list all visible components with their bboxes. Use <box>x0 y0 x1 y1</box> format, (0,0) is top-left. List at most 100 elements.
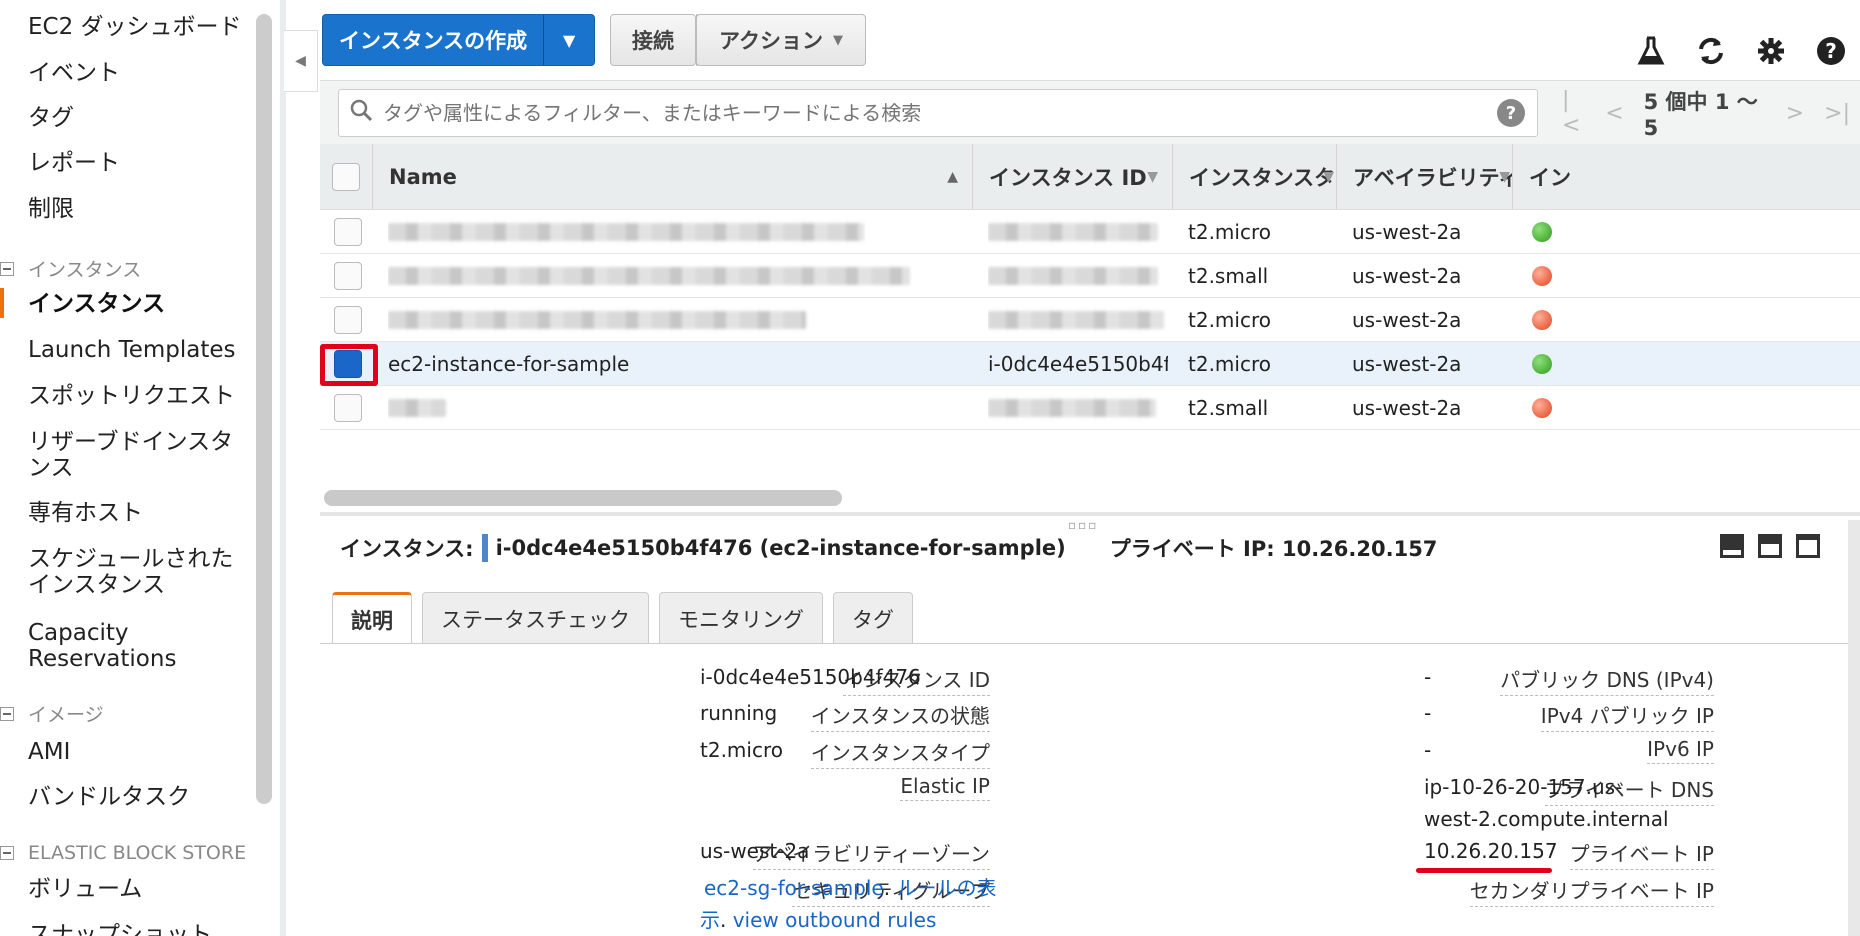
details-private-ip: プライベート IP: 10.26.20.157 <box>1109 537 1438 561</box>
column-instance-state[interactable]: イン <box>1512 144 1860 210</box>
sidebar-section-images[interactable]: イメージ <box>0 700 104 727</box>
cell-instance-id <box>988 298 1168 342</box>
layout-split-icon[interactable] <box>1758 534 1782 558</box>
row-checkbox[interactable] <box>334 394 362 422</box>
actions-label: アクション <box>719 29 823 53</box>
create-instance-label[interactable]: インスタンスの作成 <box>323 15 545 65</box>
field-label-ipv6: IPv6 IP <box>1647 737 1714 764</box>
table-row[interactable]: t2.micro us-west-2a <box>320 210 1860 254</box>
column-instance-id[interactable]: インスタンス ID ▼ <box>972 144 1172 210</box>
chevron-down-icon[interactable]: ▼ <box>544 15 594 65</box>
column-instance-state-label: イン <box>1529 166 1571 190</box>
cell-name <box>388 254 968 298</box>
first-page-icon[interactable]: |< <box>1562 88 1585 138</box>
sidebar-item-dedicated-hosts[interactable]: 専有ホスト <box>28 500 143 526</box>
prev-page-icon[interactable]: < <box>1605 101 1623 126</box>
next-page-icon[interactable]: > <box>1786 101 1804 126</box>
select-all-cell <box>320 144 372 210</box>
redacted-id <box>988 223 1158 241</box>
details-instance-label: インスタンス: <box>340 537 474 561</box>
field-value-private-ip: 10.26.20.157 <box>1424 839 1558 863</box>
row-select-cell <box>334 254 362 298</box>
filter-bar: ? |< < 5 個中 1 〜 5 > >| <box>320 80 1860 144</box>
panel-splitter[interactable] <box>320 512 1860 516</box>
table-row[interactable]: ec2-instance-for-sample i-0dc4e4e5150b4f4… <box>320 342 1860 386</box>
layout-bottom-icon[interactable] <box>1720 534 1744 558</box>
column-instance-type[interactable]: インスタンスタイ ▼ <box>1172 144 1336 210</box>
layout-top-icon[interactable] <box>1796 534 1820 558</box>
field-value-security-groups-cont: 示. view outbound rules <box>700 905 936 935</box>
sidebar-item-capacity-reservations[interactable]: Capacity Reservations <box>28 620 208 672</box>
column-availability-zone-label: アベイラビリティー <box>1353 166 1512 190</box>
field-label-private-ip: プライベート IP <box>1569 838 1714 870</box>
table-row[interactable]: t2.small us-west-2a <box>320 386 1860 430</box>
cell-instance-state <box>1532 210 1552 254</box>
tab-monitoring[interactable]: モニタリング <box>659 592 823 644</box>
refresh-icon[interactable] <box>1696 36 1726 66</box>
field-value-ipv6: - <box>1424 738 1432 762</box>
field-value-private-dns: ip-10-26-20-157.us- <box>1424 775 1623 799</box>
main-content: インスタンスの作成 ▼ 接続 アクション ▼ ? タグや属性によるフィルター、ま… <box>320 0 1860 936</box>
inbound-rules-link-cont[interactable]: 示 <box>700 908 720 932</box>
sidebar-item-launch-templates[interactable]: Launch Templates <box>28 337 236 363</box>
cell-availability-zone: us-west-2a <box>1352 264 1462 288</box>
select-all-checkbox[interactable] <box>332 163 360 191</box>
inbound-rules-link[interactable]: ルールの表 <box>896 876 996 900</box>
field-value-private-dns-cont: west-2.compute.internal <box>1424 807 1669 831</box>
sidebar-item-dashboard[interactable]: EC2 ダッシュボード <box>28 14 242 40</box>
column-availability-zone[interactable]: アベイラビリティー ▼ <box>1336 144 1512 210</box>
collapse-sidebar-button[interactable]: ◀ <box>284 30 318 92</box>
cell-instance-id: i-0dc4e4e5150b4f476 <box>988 352 1168 376</box>
row-checkbox[interactable] <box>334 218 362 246</box>
security-group-link[interactable]: ec2-sg-for-sample <box>704 876 884 900</box>
actions-button[interactable]: アクション ▼ <box>696 14 866 66</box>
column-name[interactable]: Name ▲ <box>372 144 972 210</box>
column-instance-type-label: インスタンスタイ <box>1189 166 1336 190</box>
search-help-icon[interactable]: ? <box>1497 99 1525 127</box>
table-row[interactable]: t2.small us-west-2a <box>320 254 1860 298</box>
private-ip-highlight <box>1416 868 1552 873</box>
sidebar-item-tags[interactable]: タグ <box>28 105 74 131</box>
sidebar-item-scheduled-instances[interactable]: スケジュールされたインスタンス <box>28 546 234 598</box>
redacted-id <box>988 267 1158 285</box>
chevron-left-icon: ◀ <box>295 53 306 69</box>
sidebar-section-label: インスタンス <box>28 259 142 281</box>
last-page-icon[interactable]: >| <box>1824 101 1850 126</box>
search-input[interactable] <box>383 101 1497 125</box>
tab-status-checks[interactable]: ステータスチェック <box>422 592 649 644</box>
sidebar-section-ebs[interactable]: ELASTIC BLOCK STORE <box>0 842 246 864</box>
sidebar-item-spot-requests[interactable]: スポットリクエスト <box>28 383 235 409</box>
search-box[interactable]: ? <box>338 89 1538 137</box>
connect-button[interactable]: 接続 <box>610 14 696 66</box>
cell-name: ec2-instance-for-sample <box>388 352 630 376</box>
sidebar-item-bundle-tasks[interactable]: バンドルタスク <box>28 784 190 810</box>
sidebar-item-reserved-instances[interactable]: リザーブドインスタンス <box>28 429 250 481</box>
create-instance-button[interactable]: インスタンスの作成 ▼ <box>322 14 596 66</box>
details-instance-title: i-0dc4e4e5150b4f476 (ec2-instance-for-sa… <box>495 536 1066 560</box>
sidebar-item-reports[interactable]: レポート <box>28 150 120 176</box>
sidebar-scrollbar[interactable] <box>256 14 272 804</box>
sidebar-item-volumes[interactable]: ボリューム <box>28 876 142 902</box>
help-icon[interactable]: ? <box>1816 36 1846 66</box>
table-horizontal-scrollbar[interactable] <box>324 490 842 506</box>
row-checkbox[interactable] <box>334 262 362 290</box>
gear-icon[interactable] <box>1756 36 1786 66</box>
cell-instance-type: t2.small <box>1188 264 1269 288</box>
column-instance-id-label: インスタンス ID <box>989 166 1147 190</box>
details-scrollbar[interactable] <box>1848 520 1860 936</box>
tab-tags[interactable]: タグ <box>833 592 913 644</box>
chevron-down-icon: ▼ <box>832 32 843 48</box>
tab-description[interactable]: 説明 <box>332 592 412 644</box>
sidebar-section-instances[interactable]: インスタンス <box>0 255 141 282</box>
sidebar-item-ami[interactable]: AMI <box>28 739 70 765</box>
table-row[interactable]: t2.micro us-west-2a <box>320 298 1860 342</box>
row-checkbox[interactable] <box>334 306 362 334</box>
sidebar-item-instances[interactable]: インスタンス <box>28 291 165 317</box>
field-value-public-ip: - <box>1424 701 1432 725</box>
sidebar-item-events[interactable]: イベント <box>28 60 120 86</box>
sidebar-item-limits[interactable]: 制限 <box>28 196 74 222</box>
sidebar-item-snapshots[interactable]: スナップショット <box>28 922 212 936</box>
flask-icon[interactable] <box>1636 36 1666 66</box>
outbound-rules-link[interactable]: view outbound rules <box>733 908 937 932</box>
field-value-availability-zone: us-west-2a <box>700 839 810 863</box>
